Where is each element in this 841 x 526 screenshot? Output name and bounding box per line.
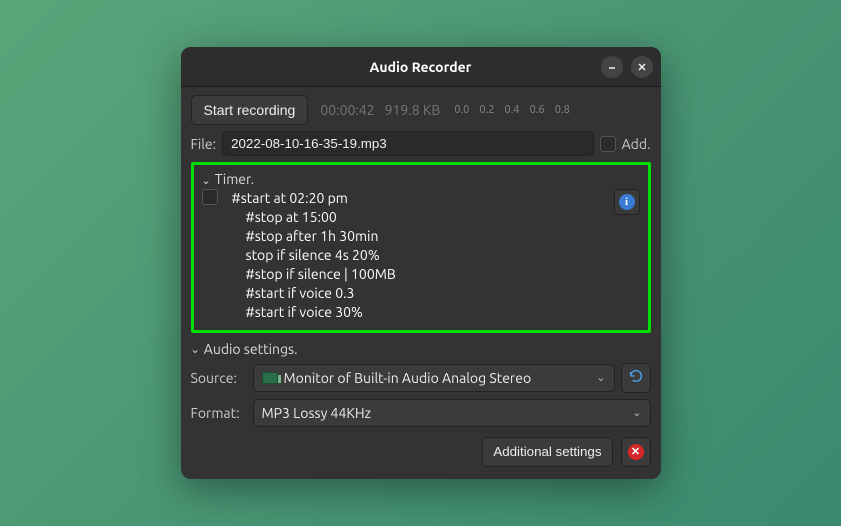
info-icon: i <box>619 194 635 210</box>
add-checkbox[interactable] <box>600 136 616 152</box>
close-window-button[interactable] <box>631 56 653 78</box>
timer-header-label: Timer. <box>215 171 254 187</box>
minimize-button[interactable] <box>601 56 623 78</box>
timer-body: #start at 02:20 pm #stop at 15:00 #stop … <box>202 189 640 321</box>
elapsed-time: 00:00:42 <box>320 102 374 118</box>
timer-enable-checkbox[interactable] <box>202 189 218 205</box>
timer-line: stop if silence 4s 20% <box>232 246 396 265</box>
chevron-down-icon: ⌄ <box>596 371 605 384</box>
start-recording-button[interactable]: Start recording <box>191 95 309 125</box>
source-select[interactable]: Monitor of Built-in Audio Analog Stereo … <box>253 364 615 392</box>
level-meter-ticks: 0.0 0.2 0.4 0.6 0.8 <box>454 104 570 116</box>
timer-line: #stop if silence | 100MB <box>232 265 396 284</box>
window-title: Audio Recorder <box>370 59 472 75</box>
timer-line: #stop at 15:00 <box>232 208 396 227</box>
refresh-sources-button[interactable] <box>621 363 651 393</box>
add-label: Add. <box>622 136 651 152</box>
level-tick: 0.8 <box>555 104 570 116</box>
source-value: Monitor of Built-in Audio Analog Stereo <box>284 370 532 386</box>
format-label: Format: <box>191 405 247 421</box>
timer-commands[interactable]: #start at 02:20 pm #stop at 15:00 #stop … <box>228 189 396 321</box>
content: Start recording 00:00:42 919.8 KB 0.0 0.… <box>181 87 661 478</box>
audio-settings-header[interactable]: ⌄ Audio settings. <box>191 341 651 357</box>
chevron-down-icon: ⌄ <box>202 174 211 187</box>
timer-line: #start at 02:20 pm <box>232 190 348 206</box>
chevron-down-icon: ⌄ <box>632 406 641 419</box>
level-tick: 0.6 <box>530 104 545 116</box>
format-row: Format: MP3 Lossy 44KHz ⌄ <box>191 399 651 427</box>
audio-device-icon <box>262 372 278 384</box>
refresh-icon <box>628 368 644 387</box>
close-red-icon: ✕ <box>628 444 644 460</box>
level-tick: 0.0 <box>454 104 469 116</box>
window-controls <box>601 56 653 78</box>
toolbar-row: Start recording 00:00:42 919.8 KB 0.0 0.… <box>191 95 651 125</box>
file-row: File: Add. <box>191 131 651 156</box>
timer-line: #start if voice 30% <box>232 303 396 322</box>
timer-info-button[interactable]: i <box>614 189 640 215</box>
file-label: File: <box>191 136 217 152</box>
timer-line: #start if voice 0.3 <box>232 284 396 303</box>
level-tick: 0.2 <box>479 104 494 116</box>
additional-settings-button[interactable]: Additional settings <box>482 437 612 467</box>
minimize-icon <box>607 62 617 72</box>
file-size: 919.8 KB <box>385 102 441 118</box>
close-icon <box>637 62 647 72</box>
source-label: Source: <box>191 370 247 386</box>
timer-section: ⌄ Timer. #start at 02:20 pm #stop at 15:… <box>191 162 651 332</box>
close-app-button[interactable]: ✕ <box>621 437 651 467</box>
timer-line: #stop after 1h 30min <box>232 227 396 246</box>
source-row: Source: Monitor of Built-in Audio Analog… <box>191 363 651 393</box>
timer-header[interactable]: ⌄ Timer. <box>202 171 640 187</box>
file-name-input[interactable] <box>222 131 593 156</box>
app-window: Audio Recorder Start recording 00:00:42 … <box>181 47 661 478</box>
format-select[interactable]: MP3 Lossy 44KHz ⌄ <box>253 399 651 427</box>
chevron-down-icon: ⌄ <box>191 343 200 356</box>
titlebar: Audio Recorder <box>181 47 661 87</box>
audio-settings-label: Audio settings. <box>204 341 298 357</box>
format-value: MP3 Lossy 44KHz <box>262 405 372 421</box>
level-tick: 0.4 <box>505 104 520 116</box>
footer: Additional settings ✕ <box>191 437 651 467</box>
